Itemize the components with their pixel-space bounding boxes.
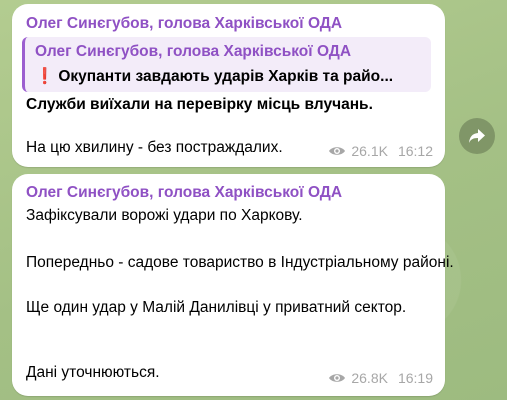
eye-icon xyxy=(329,374,346,382)
message-time: 16:19 xyxy=(397,370,433,386)
message-text-line: Дані уточнюються. xyxy=(26,364,160,381)
reply-snippet: Окупанти завдають ударів Харків та райо.… xyxy=(58,68,394,85)
message-bubble[interactable]: Олег Синєгубов, голова Харківської ОДА З… xyxy=(12,174,454,396)
message-text-line: Ще один удар у Малій Данилівці у приватн… xyxy=(26,299,407,316)
view-count: 26.8K xyxy=(351,370,388,386)
message-text-line: На цю хвилину - без постраждалих. xyxy=(26,139,283,156)
message-bubble[interactable]: Олег Синєгубов, голова Харківської ОДА О… xyxy=(12,4,445,167)
share-button[interactable] xyxy=(459,118,495,154)
reply-author: Олег Синєгубов, голова Харківської ОДА xyxy=(35,43,352,60)
exclamation-icon: ❗ xyxy=(35,68,55,85)
message-time: 16:12 xyxy=(397,143,433,159)
view-count: 26.1K xyxy=(351,143,388,159)
reply-quote[interactable]: Олег Синєгубов, голова Харківської ОДА ❗… xyxy=(22,37,431,92)
message-text-line: Служби виїхали на перевірку місць влучан… xyxy=(26,96,373,113)
eye-icon xyxy=(329,147,346,155)
message-author[interactable]: Олег Синєгубов, голова Харківської ОДА xyxy=(26,15,342,33)
reply-text: ❗ Окупанти завдають ударів Харків та райо… xyxy=(35,67,421,86)
message-author[interactable]: Олег Синєгубов, голова Харківської ОДА xyxy=(26,184,342,202)
share-arrow-icon xyxy=(469,129,485,143)
message-meta: 26.8K 16:19 xyxy=(328,370,433,386)
message-text-line: Зафіксували ворожі удари по Харкову. xyxy=(26,207,303,224)
message-text-line: Попередньо - садове товариство в Індустр… xyxy=(26,254,454,271)
message-meta: 26.1K 16:12 xyxy=(328,143,433,159)
